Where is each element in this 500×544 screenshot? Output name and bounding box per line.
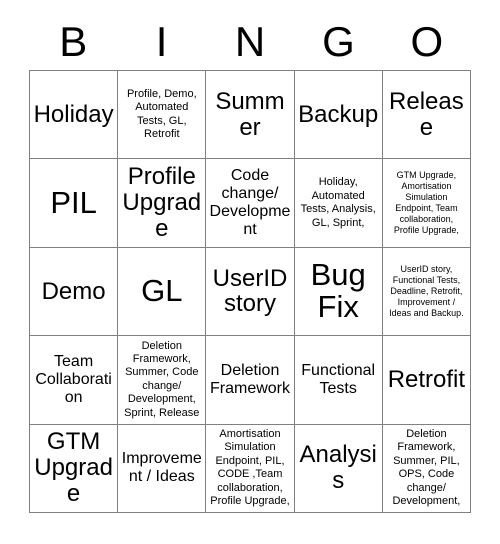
bingo-cell[interactable]: Bug Fix <box>294 247 383 337</box>
bingo-header-letter-i: I <box>155 18 168 65</box>
bingo-cell-label: PIL <box>50 184 97 220</box>
bingo-cell[interactable]: UserID story <box>206 247 295 337</box>
bingo-cell-label: Release <box>389 87 464 141</box>
bingo-cell-label: Amortisation Simulation Endpoint, PIL, C… <box>210 428 290 508</box>
bingo-cell-label: UserID story <box>212 264 288 318</box>
bingo-cell[interactable]: Functional Tests <box>294 336 383 425</box>
bingo-cell-label: UserID story, Functional Tests, Deadline… <box>389 263 464 319</box>
bingo-cell[interactable]: Deletion Framework, Summer, PIL, OPS, Co… <box>382 424 471 513</box>
bingo-cell-label: Deletion Framework, Summer, PIL, OPS, Co… <box>392 428 461 508</box>
bingo-cell-label: Profile Upgrade <box>122 163 202 243</box>
bingo-cell[interactable]: UserID story, Functional Tests, Deadline… <box>382 247 471 337</box>
bingo-cell[interactable]: Release <box>382 71 471 160</box>
bingo-header-letter-n: N <box>234 18 266 65</box>
bingo-cell[interactable]: GTM Upgrade <box>30 424 119 513</box>
bingo-cell[interactable]: Deletion Framework <box>206 336 295 425</box>
bingo-cell-label: Profile, Demo, Automated Tests, GL, Retr… <box>126 87 197 141</box>
bingo-cell-label: Retrofit <box>387 365 466 393</box>
bingo-cell-label: Code change/ Development <box>209 166 291 239</box>
bingo-cell[interactable]: Summer <box>206 71 295 160</box>
bingo-cell-label: Demo <box>41 277 106 305</box>
bingo-cell-label: Functional Tests <box>301 361 376 397</box>
bingo-cell[interactable]: Improvement / Ideas <box>118 424 207 513</box>
bingo-header-letter-o: O <box>410 18 444 65</box>
bingo-cell[interactable]: Profile Upgrade <box>118 159 207 248</box>
bingo-cell[interactable]: Team Collaboration <box>30 336 119 425</box>
bingo-cell[interactable]: Amortisation Simulation Endpoint, PIL, C… <box>206 424 295 513</box>
bingo-cell-label: Improvement / Ideas <box>121 450 202 486</box>
bingo-cell-label: Holiday, Automated Tests, Analysis, GL, … <box>300 176 376 229</box>
bingo-cell-label: GL <box>141 273 183 309</box>
bingo-cell-label: Holiday <box>33 100 114 128</box>
bingo-cell-label: GTM Upgrade, Amortisation Simulation End… <box>393 169 459 236</box>
bingo-cell[interactable]: PIL <box>30 159 119 248</box>
bingo-cell[interactable]: Backup <box>294 71 383 160</box>
bingo-header-letter-g: G <box>322 18 355 65</box>
bingo-cell[interactable]: Profile, Demo, Automated Tests, GL, Retr… <box>118 71 207 160</box>
bingo-cell[interactable]: Analysis <box>294 424 383 513</box>
bingo-cell[interactable]: Holiday <box>30 71 119 160</box>
bingo-cell-label: Bug Fix <box>310 256 366 325</box>
bingo-header-letter-b: B <box>59 18 88 65</box>
bingo-grid: Holiday Profile, Demo, Automated Tests, … <box>29 70 471 513</box>
bingo-cell[interactable]: Code change/ Development <box>206 159 295 248</box>
bingo-cell[interactable]: Demo <box>30 247 119 337</box>
bingo-cell[interactable]: Deletion Framework, Summer, Code change/… <box>118 336 207 425</box>
bingo-header-row: B I N G O <box>29 14 471 70</box>
bingo-cell-label: GTM Upgrade <box>34 428 113 508</box>
bingo-cell-label: Team Collaboration <box>35 352 112 406</box>
bingo-cell-label: Deletion Framework, Summer, Code change/… <box>124 339 200 419</box>
bingo-cell-label: Analysis <box>299 441 377 495</box>
bingo-cell[interactable]: GTM Upgrade, Amortisation Simulation End… <box>382 159 471 248</box>
bingo-card: B I N G O Holiday Profile, Demo, Automat… <box>0 0 500 544</box>
bingo-cell[interactable]: Retrofit <box>382 336 471 425</box>
bingo-cell[interactable]: Holiday, Automated Tests, Analysis, GL, … <box>294 159 383 248</box>
bingo-cell-label: Deletion Framework <box>209 361 290 397</box>
bingo-cell[interactable]: GL <box>118 247 207 337</box>
bingo-cell-label: Summer <box>215 87 285 141</box>
bingo-cell-label: Backup <box>298 100 379 128</box>
